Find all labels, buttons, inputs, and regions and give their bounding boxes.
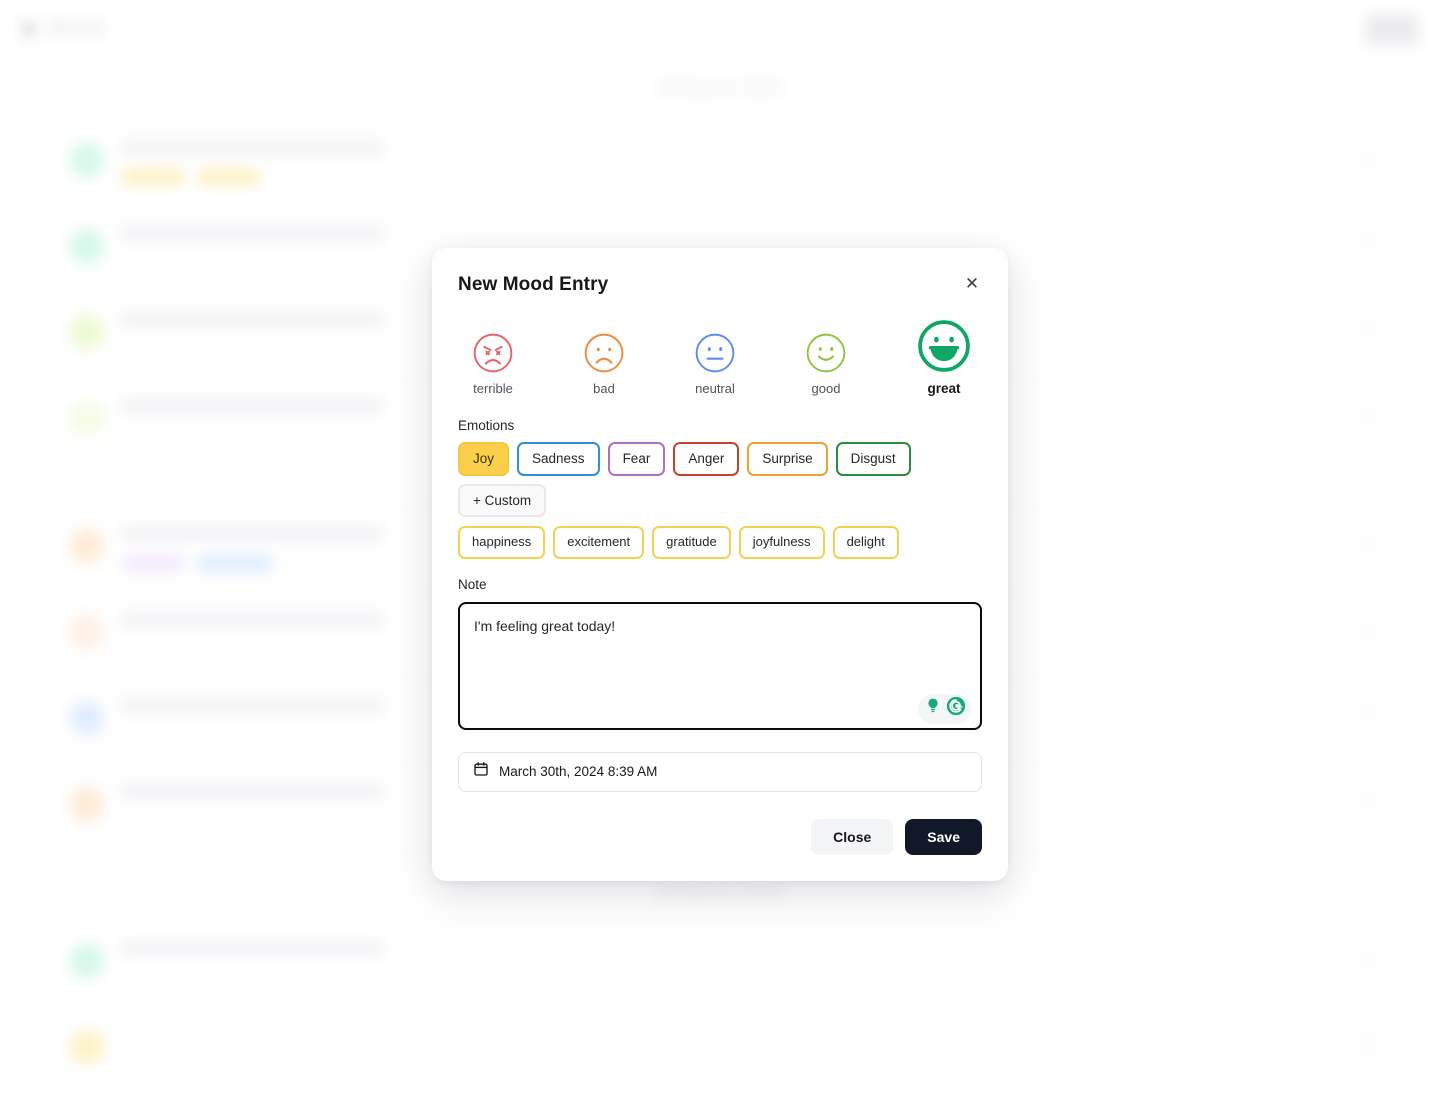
emotion-chip-anger[interactable]: Anger xyxy=(673,442,739,476)
close-button[interactable]: Close xyxy=(811,819,893,855)
terrible-face-icon xyxy=(472,332,514,374)
mood-option-neutral[interactable]: neutral xyxy=(694,332,736,396)
note-wrapper xyxy=(458,602,982,735)
sub-emotion-chip-happiness[interactable]: happiness xyxy=(458,526,545,559)
sub-emotion-chip-row: happiness excitement gratitude joyfulnes… xyxy=(458,526,982,559)
add-custom-emotion-button[interactable]: + Custom xyxy=(458,484,546,518)
dialog-header: New Mood Entry ✕ xyxy=(458,274,982,296)
close-icon[interactable]: ✕ xyxy=(960,271,984,295)
save-button[interactable]: Save xyxy=(905,819,982,855)
mood-label-terrible: terrible xyxy=(473,381,513,396)
mood-label-neutral: neutral xyxy=(695,381,735,396)
grammarly-badge[interactable] xyxy=(919,695,970,723)
emotion-chip-row: Joy Sadness Fear Anger Surprise Disgust … xyxy=(458,442,982,517)
grammarly-logo-icon[interactable] xyxy=(945,695,967,722)
mood-option-good[interactable]: good xyxy=(805,332,847,396)
sub-emotion-chip-excitement[interactable]: excitement xyxy=(553,526,644,559)
note-input[interactable] xyxy=(458,602,982,730)
sub-emotion-chip-joyfulness[interactable]: joyfulness xyxy=(739,526,825,559)
lightbulb-icon[interactable] xyxy=(923,696,943,721)
new-mood-entry-dialog: New Mood Entry ✕ terrible xyxy=(432,248,1008,881)
note-label: Note xyxy=(458,577,982,592)
mood-option-great[interactable]: great xyxy=(916,318,972,396)
mood-label-bad: bad xyxy=(593,381,615,396)
sub-emotion-chip-gratitude[interactable]: gratitude xyxy=(652,526,731,559)
emotion-chip-joy[interactable]: Joy xyxy=(458,442,509,476)
emotions-label: Emotions xyxy=(458,418,982,433)
emotion-chip-surprise[interactable]: Surprise xyxy=(747,442,827,476)
mood-picker: terrible bad n xyxy=(458,318,982,396)
mood-option-bad[interactable]: bad xyxy=(583,332,625,396)
emotion-chip-fear[interactable]: Fear xyxy=(608,442,666,476)
date-time-field[interactable]: March 30th, 2024 8:39 AM xyxy=(458,752,982,792)
mood-label-good: good xyxy=(812,381,841,396)
mood-option-terrible[interactable]: terrible xyxy=(472,332,514,396)
page-title: New Mood Entry xyxy=(458,274,608,296)
emotion-chip-sadness[interactable]: Sadness xyxy=(517,442,600,476)
neutral-face-icon xyxy=(694,332,736,374)
bad-face-icon xyxy=(583,332,625,374)
mood-label-great: great xyxy=(927,381,960,396)
dialog-footer: Close Save xyxy=(458,819,982,855)
good-face-icon xyxy=(805,332,847,374)
great-face-icon xyxy=(916,318,972,374)
sub-emotion-chip-delight[interactable]: delight xyxy=(833,526,899,559)
date-time-value: March 30th, 2024 8:39 AM xyxy=(499,764,657,779)
emotion-chip-disgust[interactable]: Disgust xyxy=(836,442,911,476)
calendar-icon xyxy=(473,761,489,782)
